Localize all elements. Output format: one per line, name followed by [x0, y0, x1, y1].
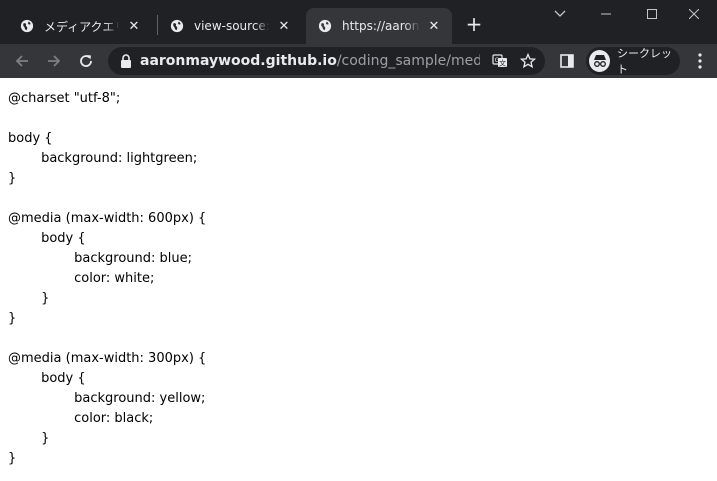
tab-title: メディアクエリー [44, 19, 120, 34]
incognito-icon [589, 50, 610, 72]
svg-text:G: G [495, 57, 500, 64]
tab-search-button[interactable] [537, 0, 583, 28]
translate-button[interactable]: 文G [486, 47, 514, 75]
close-tab-icon[interactable]: ✕ [126, 18, 142, 34]
globe-icon [318, 19, 332, 33]
address-bar[interactable]: aaronmaywood.github.io/coding_sample/med… [108, 47, 545, 75]
minimize-button[interactable] [583, 0, 629, 28]
lock-icon[interactable] [120, 54, 132, 68]
star-icon [520, 53, 536, 69]
url-text[interactable]: aaronmaywood.github.io/coding_sample/med… [140, 47, 480, 75]
tab-active-css[interactable]: https://aaronmaywood.github.io ✕ [306, 8, 452, 44]
more-vert-icon [698, 53, 702, 69]
globe-icon [170, 19, 184, 33]
incognito-label: シークレット [617, 47, 672, 76]
maximize-icon [647, 9, 657, 19]
side-panel-button[interactable] [553, 47, 581, 75]
bookmark-button[interactable] [514, 47, 542, 75]
css-source-code: @charset "utf-8"; body { background: lig… [8, 91, 207, 466]
close-tab-icon[interactable]: ✕ [276, 18, 292, 34]
minimize-icon [601, 13, 611, 15]
url-path: /coding_sample/media-que... [336, 53, 480, 69]
tab-strip: メディアクエリー ✕ view-source:https://aaronmayw… [0, 0, 717, 44]
globe-icon [20, 19, 34, 33]
browser-toolbar: aaronmaywood.github.io/coding_sample/med… [0, 44, 717, 78]
menu-button[interactable] [686, 47, 714, 75]
forward-button[interactable] [40, 47, 68, 75]
reload-icon [80, 55, 92, 67]
tab-view-source[interactable]: view-source:https://aaronmaywood.github.… [158, 8, 302, 44]
back-button[interactable] [8, 47, 36, 75]
maximize-button[interactable] [629, 0, 675, 28]
svg-text:文: 文 [499, 59, 506, 68]
tab-media-query[interactable]: メディアクエリー ✕ [8, 8, 152, 44]
chevron-down-icon [554, 10, 566, 17]
reload-button[interactable] [72, 47, 100, 75]
incognito-profile-button[interactable]: シークレット [586, 47, 680, 76]
close-tab-icon[interactable]: ✕ [426, 18, 442, 34]
close-window-button[interactable] [671, 0, 717, 28]
url-host: aaronmaywood.github.io [140, 53, 337, 69]
side-panel-icon [560, 54, 574, 68]
page-content: @charset "utf-8"; body { background: lig… [0, 78, 717, 481]
tab-title: view-source:https://aaronmaywood.github.… [194, 19, 270, 33]
tab-title: https://aaronmaywood.github.io [342, 19, 420, 33]
translate-icon: 文G [492, 54, 507, 68]
new-tab-button[interactable]: + [462, 12, 486, 36]
arrow-left-icon [15, 55, 28, 67]
close-icon [689, 9, 699, 19]
arrow-right-icon [48, 55, 61, 67]
